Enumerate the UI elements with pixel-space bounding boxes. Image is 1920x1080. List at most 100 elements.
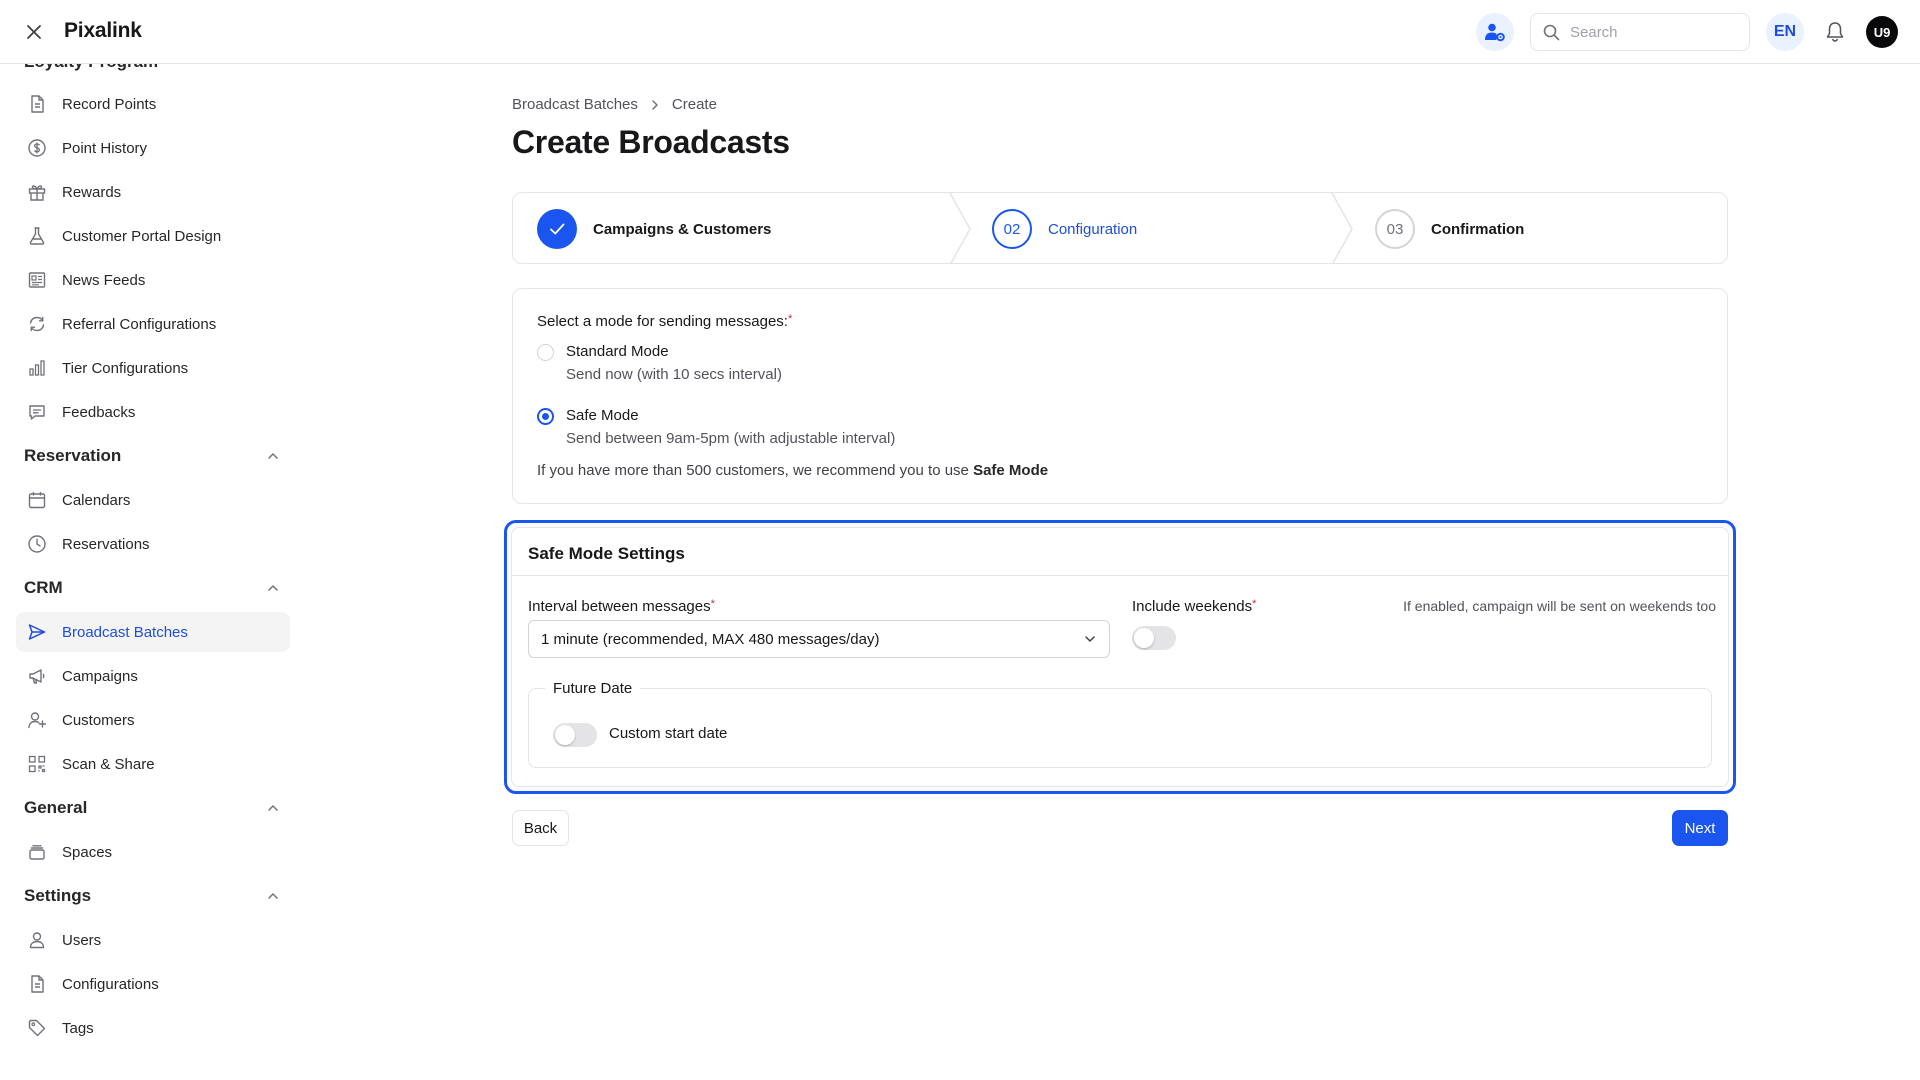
breadcrumb-link[interactable]: Broadcast Batches bbox=[512, 96, 638, 113]
search-box[interactable] bbox=[1530, 13, 1750, 51]
section-heading-loyalty: Loyalty Program bbox=[24, 64, 158, 72]
step-label: Campaigns & Customers bbox=[593, 220, 772, 238]
step-confirmation[interactable]: 03 Confirmation bbox=[1375, 193, 1525, 263]
include-weekends-label: Include weekends* bbox=[1132, 598, 1257, 615]
radio-button[interactable] bbox=[537, 344, 554, 361]
section-toggle-reservation[interactable]: Reservation bbox=[24, 436, 280, 476]
sidebar-item-news-feeds[interactable]: News Feeds bbox=[16, 260, 290, 300]
required-mark: * bbox=[710, 598, 715, 610]
required-mark: * bbox=[1252, 598, 1257, 610]
chevron-down-icon bbox=[1083, 632, 1097, 646]
next-button[interactable]: Next bbox=[1672, 810, 1728, 846]
radio-safe-mode[interactable]: Safe Mode Send between 9am-5pm (with adj… bbox=[537, 407, 895, 447]
page-title: Create Broadcasts bbox=[512, 124, 790, 160]
user-settings-icon[interactable] bbox=[1476, 13, 1514, 51]
sidebar-item-label: Configurations bbox=[62, 975, 159, 993]
sidebar-item-label: Customer Portal Design bbox=[62, 227, 222, 245]
weekends-hint: If enabled, campaign will be sent on wee… bbox=[1403, 598, 1716, 614]
megaphone-icon bbox=[26, 665, 48, 687]
sidebar-item-calendars[interactable]: Calendars bbox=[16, 480, 290, 520]
recommendation-text: If you have more than 500 customers, we … bbox=[537, 462, 1049, 479]
breadcrumb: Broadcast Batches Create bbox=[512, 96, 717, 113]
select-value: 1 minute (recommended, MAX 480 messages/… bbox=[541, 630, 880, 648]
sidebar-item-record-points[interactable]: Record Points bbox=[16, 84, 290, 124]
sidebar-item-label: Rewards bbox=[62, 183, 122, 201]
sidebar-item-customer-portal-design[interactable]: Customer Portal Design bbox=[16, 216, 290, 256]
breadcrumb-current: Create bbox=[671, 96, 717, 113]
back-button[interactable]: Back bbox=[512, 810, 569, 846]
step-number: 03 bbox=[1375, 209, 1415, 249]
calendar-icon bbox=[26, 489, 48, 511]
sidebar-item-label: Feedbacks bbox=[62, 403, 136, 421]
top-bar: Pixalink EN U9 bbox=[0, 0, 1920, 64]
sidebar-item-label: News Feeds bbox=[62, 271, 146, 289]
radio-button-selected[interactable] bbox=[537, 408, 554, 425]
search-input[interactable] bbox=[1570, 23, 1730, 41]
sidebar-item-label: Record Points bbox=[62, 95, 157, 113]
close-icon[interactable] bbox=[22, 20, 46, 44]
flask-icon bbox=[26, 225, 48, 247]
section-toggle-general[interactable]: General bbox=[24, 788, 280, 828]
sidebar-item-label: Point History bbox=[62, 139, 148, 157]
sidebar-item-customers[interactable]: Customers bbox=[16, 700, 290, 740]
section-toggle-settings[interactable]: Settings bbox=[24, 876, 280, 916]
document-icon bbox=[26, 973, 48, 995]
sidebar-item-spaces[interactable]: Spaces bbox=[16, 832, 290, 872]
sidebar-item-scan-share[interactable]: Scan & Share bbox=[16, 744, 290, 784]
chat-icon bbox=[26, 401, 48, 423]
section-toggle-crm[interactable]: CRM bbox=[24, 568, 280, 608]
gift-icon bbox=[26, 181, 48, 203]
user-plus-icon bbox=[26, 709, 48, 731]
newspaper-icon bbox=[26, 269, 48, 291]
sidebar-item-users[interactable]: Users bbox=[16, 920, 290, 960]
include-weekends-toggle[interactable] bbox=[1132, 626, 1176, 650]
safe-mode-settings-panel: Safe Mode Settings Interval between mess… bbox=[504, 520, 1736, 794]
sidebar-item-configurations[interactable]: Configurations bbox=[16, 964, 290, 1004]
sidebar-item-label: Customers bbox=[62, 711, 135, 729]
step-configuration[interactable]: 02 Configuration bbox=[992, 193, 1137, 263]
section-title: CRM bbox=[24, 578, 63, 597]
panel-title: Safe Mode Settings bbox=[512, 528, 1728, 576]
chevron-up-icon bbox=[266, 581, 280, 595]
sidebar-item-label: Spaces bbox=[62, 843, 113, 861]
radio-title: Safe Mode bbox=[566, 407, 639, 424]
sidebar-item-label: Tags bbox=[62, 1019, 94, 1037]
future-date-legend: Future Date bbox=[545, 680, 641, 697]
sidebar-item-referral-configurations[interactable]: Referral Configurations bbox=[16, 304, 290, 344]
sidebar-item-tier-configurations[interactable]: Tier Configurations bbox=[16, 348, 290, 388]
sidebar-item-tags[interactable]: Tags bbox=[16, 1008, 290, 1048]
mode-question: Select a mode for sending messages:* bbox=[537, 313, 793, 330]
sidebar-item-label: Broadcast Batches bbox=[62, 623, 188, 641]
user-icon bbox=[26, 929, 48, 951]
avatar[interactable]: U9 bbox=[1866, 16, 1898, 48]
tag-icon bbox=[26, 1017, 48, 1039]
section-title: Settings bbox=[24, 886, 92, 905]
document-icon bbox=[26, 93, 48, 115]
chevron-up-icon bbox=[266, 801, 280, 815]
sidebar-item-rewards[interactable]: Rewards bbox=[16, 172, 290, 212]
custom-start-date-toggle[interactable] bbox=[553, 723, 597, 747]
step-campaigns-customers[interactable]: Campaigns & Customers bbox=[537, 193, 772, 263]
sidebar-item-broadcast-batches[interactable]: Broadcast Batches bbox=[16, 612, 290, 652]
bell-icon[interactable] bbox=[1820, 13, 1850, 51]
radio-description: Send now (with 10 secs interval) bbox=[566, 366, 782, 383]
sidebar-item-reservations[interactable]: Reservations bbox=[16, 524, 290, 564]
sidebar: Loyalty Program Record Points Point Hist… bbox=[0, 64, 300, 1080]
interval-select[interactable]: 1 minute (recommended, MAX 480 messages/… bbox=[528, 620, 1110, 658]
language-switcher[interactable]: EN bbox=[1766, 13, 1804, 51]
stepper: Campaigns & Customers 02 Configuration 0… bbox=[512, 192, 1728, 264]
radio-standard-mode[interactable]: Standard Mode Send now (with 10 secs int… bbox=[537, 343, 782, 383]
sidebar-item-campaigns[interactable]: Campaigns bbox=[16, 656, 290, 696]
step-label: Confirmation bbox=[1431, 220, 1525, 238]
send-mode-card: Select a mode for sending messages:* Sta… bbox=[512, 288, 1728, 504]
section-title: General bbox=[24, 798, 88, 817]
clock-icon bbox=[26, 533, 48, 555]
sidebar-item-feedbacks[interactable]: Feedbacks bbox=[16, 392, 290, 432]
sidebar-item-label: Calendars bbox=[62, 491, 131, 509]
chevron-up-icon bbox=[266, 889, 280, 903]
dollar-circle-icon bbox=[26, 137, 48, 159]
chevron-up-icon bbox=[266, 449, 280, 463]
search-icon bbox=[1543, 24, 1560, 41]
required-mark: * bbox=[787, 313, 793, 325]
sidebar-item-point-history[interactable]: Point History bbox=[16, 128, 290, 168]
